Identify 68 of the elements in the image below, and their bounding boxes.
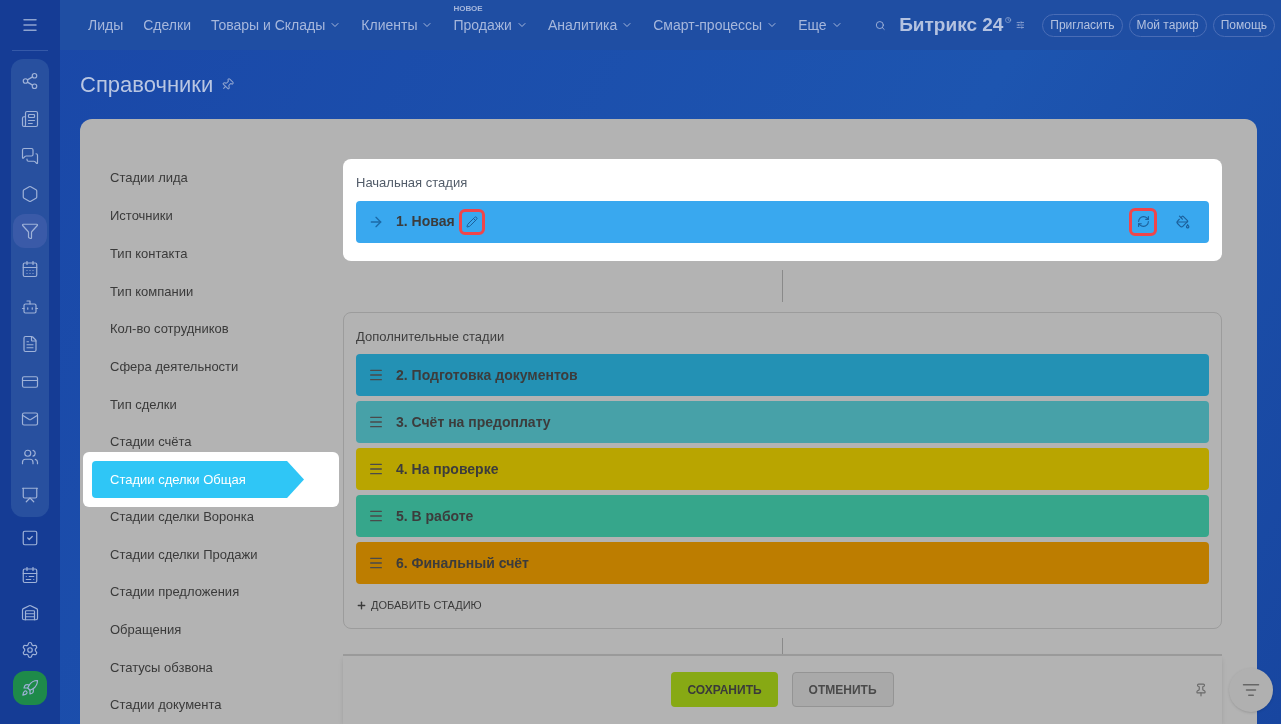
directory-item[interactable]: Стадии документа bbox=[110, 695, 222, 716]
stage-name: 1. Новая bbox=[396, 212, 455, 232]
directory-item[interactable]: Обращения bbox=[110, 619, 182, 640]
stage-name: 2. Подготовка документов bbox=[396, 365, 578, 385]
nav-item[interactable]: Еще bbox=[798, 14, 843, 36]
board-icon[interactable] bbox=[21, 485, 39, 504]
nav-item[interactable]: Клиенты bbox=[361, 14, 434, 36]
nav-item[interactable]: Лиды bbox=[88, 14, 124, 36]
stage-bar[interactable]: 5. В работе bbox=[356, 495, 1209, 538]
save-button[interactable]: СОХРАНИТЬ bbox=[671, 672, 778, 708]
directory-item[interactable]: Стадии лида bbox=[110, 168, 188, 189]
directory-item[interactable]: Стадии предложения bbox=[110, 582, 240, 603]
pin-icon[interactable] bbox=[1194, 682, 1208, 697]
robot-icon[interactable] bbox=[21, 297, 39, 316]
stage-bar[interactable]: 6. Финальный счёт bbox=[356, 542, 1209, 585]
directory-item[interactable]: Тип сделки bbox=[110, 394, 177, 415]
logo: Битрикс 24 bbox=[899, 12, 1004, 37]
paint-bucket-icon bbox=[1176, 214, 1190, 229]
checkbox-icon[interactable] bbox=[21, 528, 39, 547]
nav-item[interactable]: Смарт-процессы bbox=[653, 14, 779, 36]
pencil-icon bbox=[465, 215, 478, 228]
mail-icon[interactable] bbox=[21, 410, 39, 429]
nav-item[interactable]: Сделки bbox=[143, 14, 191, 36]
active-item-highlight[interactable] bbox=[13, 214, 47, 249]
clock-icon bbox=[1005, 15, 1012, 25]
rocket-button[interactable] bbox=[13, 670, 47, 705]
stage-bar[interactable]: 1. Новая bbox=[356, 200, 1209, 243]
stage-name: 3. Счёт на предоплату bbox=[396, 412, 551, 432]
directory-item[interactable]: Стадии сделки Продажи bbox=[110, 544, 258, 565]
directory-item[interactable]: Кол-во сотрудников bbox=[110, 318, 229, 339]
stage-bar[interactable]: 4. На проверке bbox=[356, 448, 1209, 491]
garage-icon[interactable] bbox=[21, 603, 39, 622]
settings-icon[interactable] bbox=[21, 641, 39, 660]
stage-name: 5. В работе bbox=[396, 506, 474, 526]
directory-item[interactable]: Стадии сделки Воронка bbox=[110, 506, 254, 527]
nav-item[interactable]: Аналитика bbox=[547, 14, 634, 36]
stage-bar[interactable]: 2. Подготовка документов bbox=[356, 354, 1209, 397]
schedule-icon[interactable] bbox=[21, 566, 39, 585]
list-icon bbox=[1242, 681, 1260, 699]
people-icon[interactable] bbox=[21, 447, 39, 466]
page-title: Справочники bbox=[80, 71, 214, 100]
funnel-icon[interactable] bbox=[21, 222, 39, 241]
stage-name: 6. Финальный счёт bbox=[396, 553, 529, 573]
directory-item[interactable]: Статусы обзвона bbox=[110, 657, 213, 678]
edit-button[interactable] bbox=[458, 208, 485, 235]
section-title: Начальная стадия bbox=[356, 174, 469, 193]
directory-item[interactable]: Тип компании bbox=[110, 281, 194, 302]
add-stage-link[interactable]: ДОБАВИТЬ СТАДИЮ bbox=[356, 597, 482, 614]
stage-bar[interactable]: 3. Счёт на предоплату bbox=[356, 401, 1209, 444]
stage-name: 4. На проверке bbox=[396, 459, 499, 479]
plus-icon bbox=[356, 600, 367, 612]
calendar-icon[interactable] bbox=[21, 259, 39, 278]
hexagon-icon[interactable] bbox=[21, 184, 39, 203]
directory-item[interactable]: Стадии счёта bbox=[110, 432, 192, 453]
directory-item[interactable]: Источники bbox=[110, 205, 173, 226]
cancel-button[interactable]: ОТМЕНИТЬ bbox=[791, 672, 894, 708]
document-icon[interactable] bbox=[21, 335, 39, 354]
new-label: НОВОЕ bbox=[453, 2, 483, 15]
refresh-icon bbox=[1136, 215, 1150, 229]
nodes-icon[interactable] bbox=[21, 72, 39, 90]
news-icon[interactable] bbox=[21, 109, 39, 128]
section-title: Дополнительные стадии bbox=[356, 327, 506, 346]
rocket-icon[interactable] bbox=[21, 678, 39, 697]
reset-color-button[interactable] bbox=[1129, 207, 1157, 236]
directory-item[interactable]: Сфера деятельности bbox=[110, 356, 239, 377]
nav-item[interactable]: Товары и Склады bbox=[210, 14, 342, 36]
directory-item[interactable]: Тип контакта bbox=[110, 243, 188, 264]
chat-icon[interactable] bbox=[21, 147, 39, 166]
